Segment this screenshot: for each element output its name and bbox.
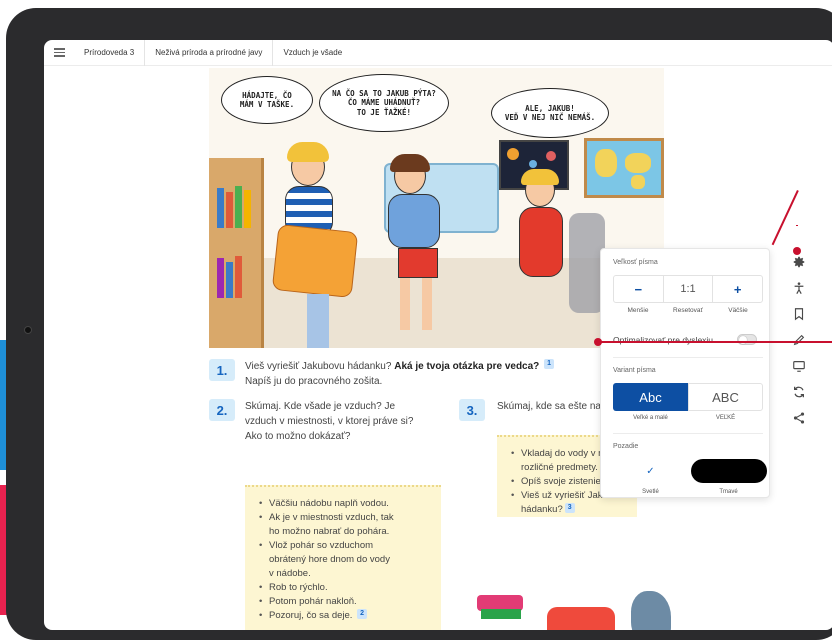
task-number-2: 2. — [209, 399, 235, 421]
world-map — [584, 138, 664, 198]
variant-uppercase-label: VEĽKÉ — [715, 415, 736, 421]
sync-icon[interactable] — [788, 382, 810, 402]
reference-badge[interactable]: 3 — [564, 503, 575, 513]
dyslexia-toggle[interactable] — [737, 334, 757, 345]
background-light-option[interactable]: ✓ — [613, 459, 688, 483]
task-2-text: Skúmaj. Kde všade je vzduch? Je vzduch v… — [245, 401, 414, 442]
glove-image — [631, 591, 671, 630]
tablet-frame: Prírodoveda 3 Neživá príroda a prírodné … — [6, 8, 832, 640]
background-light-label: Svetlé — [642, 489, 659, 495]
share-icon[interactable] — [788, 408, 810, 428]
divider — [613, 357, 763, 358]
accessibility-icon[interactable] — [788, 278, 810, 298]
camera-dot — [24, 326, 32, 334]
font-larger-label: Väčšie — [728, 307, 748, 314]
breadcrumb-item[interactable]: Vzduch je všade — [273, 40, 352, 66]
font-smaller-label: Menšie — [627, 307, 649, 314]
list-item: Ak je v miestnosti vzduch, takho možno n… — [259, 511, 433, 539]
screen: Prírodoveda 3 Neživá príroda a prírodné … — [44, 40, 832, 630]
reference-badge[interactable]: 1 — [544, 359, 555, 369]
annotation-line — [600, 341, 832, 343]
stage: Prírodoveda 3 Neživá príroda a prírodné … — [0, 0, 832, 640]
dyslexia-label: Optimalizovať pre dyslexiu — [613, 335, 714, 345]
background-dark-option[interactable] — [691, 459, 767, 483]
list-item: Rob to rýchlo. — [259, 581, 433, 595]
breadcrumb-item[interactable]: Prírodoveda 3 — [74, 40, 146, 66]
task-2-note: Väčšiu nádobu naplň vodou. Ak je v miest… — [245, 485, 441, 630]
font-larger-button[interactable]: + — [713, 276, 762, 302]
list-item: Vlož pohár so vzduchomobrátený hore dnom… — [259, 539, 433, 581]
divider — [613, 433, 763, 434]
variant-mixed-case-label: Veľké a malé — [633, 415, 668, 421]
list-item: Pozoruj, čo sa deje. 2 — [259, 609, 433, 623]
breadcrumb-item[interactable]: Neživá príroda a prírodné javy — [145, 40, 274, 66]
font-variant-label: Variant písma — [613, 367, 656, 374]
font-reset-button[interactable]: 1:1 — [664, 276, 714, 302]
font-size-label: Veľkosť písma — [613, 259, 658, 266]
speech-bubble: HÁDAJTE, ČO MÁM V TAŠKE. — [221, 76, 313, 124]
background-dark-label: Tmavé — [719, 489, 738, 495]
pencil-icon[interactable] — [788, 330, 810, 350]
speech-bubble: NA ČO SA TO JAKUB PÝTA? ČO MÁME UHÁDNUŤ?… — [319, 74, 449, 132]
top-bar: Prírodoveda 3 Neživá príroda a prírodné … — [44, 40, 832, 66]
list-item: Väčšiu nádobu naplň vodou. — [259, 497, 433, 511]
task-number-3: 3. — [459, 399, 485, 421]
font-size-control: − 1:1 + — [613, 275, 763, 303]
font-smaller-button[interactable]: − — [614, 276, 664, 302]
speech-bubble: ALE, JAKUB! VEĎ V NEJ NIČ NEMÁŠ. — [491, 88, 609, 138]
pillow-image — [547, 607, 615, 630]
screen-icon[interactable] — [788, 356, 810, 376]
sponge-image — [481, 609, 521, 619]
comic-illustration: HÁDAJTE, ČO MÁM V TAŠKE. NA ČO SA TO JAK… — [209, 68, 664, 348]
font-reset-label: Resetovať — [673, 307, 703, 314]
right-toolbar — [782, 248, 816, 428]
list-item: Potom pohár nakloň. — [259, 595, 433, 609]
bookshelf — [209, 158, 264, 348]
task-number-1: 1. — [209, 359, 235, 381]
annotation-line — [796, 225, 798, 226]
hamburger-menu-icon[interactable] — [44, 40, 74, 66]
check-icon: ✓ — [646, 465, 655, 477]
background-label: Pozadie — [613, 443, 639, 450]
display-settings-panel: Veľkosť písma − 1:1 + Menšie Resetovať V… — [600, 248, 770, 498]
task-1-text: Vieš vyriešiť Jakubovu hádanku? Aká je t… — [245, 359, 645, 389]
variant-uppercase-button[interactable]: ABC — [688, 383, 763, 411]
variant-mixed-case-button[interactable]: Abc — [613, 383, 688, 411]
reference-badge[interactable]: 2 — [357, 609, 368, 619]
annotation-dot — [793, 247, 801, 255]
gear-icon[interactable] — [788, 252, 810, 272]
bookmark-icon[interactable] — [788, 304, 810, 324]
